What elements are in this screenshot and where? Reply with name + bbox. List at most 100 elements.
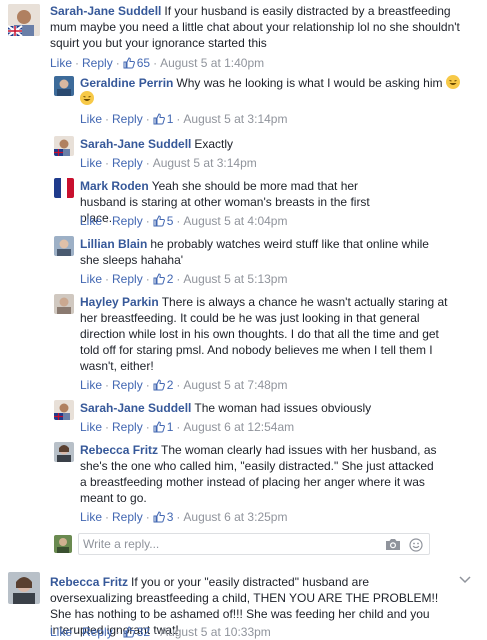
comment-timestamp[interactable]: August 6 at 3:25pm [183,510,287,524]
like-count-value: 2 [166,378,174,392]
comment-timestamp[interactable]: August 5 at 10:33pm [160,625,271,639]
chevron-down-icon[interactable] [459,576,471,584]
avatar[interactable] [54,136,74,156]
comment-timestamp[interactable]: August 5 at 3:14pm [153,156,257,170]
reply-button[interactable]: Reply [112,420,143,434]
comment-timestamp[interactable]: August 6 at 12:54am [183,420,294,434]
comment-timestamp[interactable]: August 5 at 7:48pm [183,378,287,392]
like-button[interactable]: Like [80,510,102,524]
thumbs-up-icon [123,626,135,638]
like-count[interactable]: 3 [153,510,174,524]
like-button[interactable]: Like [80,420,102,434]
like-count-value: 65 [136,56,151,70]
like-count[interactable]: 1 [153,420,174,434]
comment-body: Rebecca Fritz The woman clearly had issue… [80,442,442,506]
reply-comment: Sarah-Jane Suddell Exactly Like · Reply · Aug… [0,132,487,174]
comment-timestamp[interactable]: August 5 at 4:04pm [183,214,287,228]
comment-thread: Sarah-Jane Suddell If your husband is eas… [0,0,487,640]
like-button[interactable]: Like [80,214,102,228]
thumbs-up-icon [153,379,165,391]
avatar[interactable] [54,236,74,256]
reply-comment: Hayley Parkin There is always a chance he… [0,290,487,396]
reply-button[interactable]: Reply [82,56,113,70]
comment-body: Sarah-Jane Suddell If your husband is eas… [50,3,470,51]
avatar[interactable] [54,442,74,462]
reply-comment: Geraldine Perrin Why was he looking is wh… [0,72,487,132]
like-count-value: 3 [166,510,174,524]
like-button[interactable]: Like [50,625,72,639]
like-count-value: 32 [136,625,151,639]
like-count[interactable]: 2 [153,378,174,392]
comment-author[interactable]: Rebecca Fritz [50,575,128,589]
emoji-icon[interactable] [409,538,423,552]
comment-timestamp[interactable]: August 5 at 1:40pm [160,56,264,70]
comment-actions: Like · Reply · 1 · August 6 at 12:54am [80,420,295,434]
reply-comment: Mark Roden Yeah she should be more mad th… [0,174,487,232]
comment-body: Geraldine Perrin Why was he looking is wh… [80,75,475,107]
comment-timestamp[interactable]: August 5 at 3:14pm [183,112,287,126]
comment-actions: Like · Reply · August 5 at 3:14pm [80,156,257,170]
comment-body: Hayley Parkin There is always a chance he… [80,294,452,374]
laughing-emoji-icon [80,91,94,105]
comment-author[interactable]: Rebecca Fritz [80,443,158,457]
comment-body: Lillian Blain he probably watches weird s… [80,236,440,268]
laughing-emoji-icon [445,75,460,89]
reply-button[interactable]: Reply [112,378,143,392]
comment-body: Sarah-Jane Suddell The woman had issues o… [80,400,475,416]
reply-button[interactable]: Reply [112,214,143,228]
comment-actions: Like · Reply · 32 · August 5 at 10:33pm [50,625,271,639]
reply-composer-avatar [54,535,72,553]
avatar[interactable] [54,76,74,96]
thumbs-up-icon [153,511,165,523]
comment-author[interactable]: Geraldine Perrin [80,76,173,90]
comment-actions: Like · Reply · 2 · August 5 at 5:13pm [80,272,288,286]
comment-author[interactable]: Sarah-Jane Suddell [80,137,191,151]
comment-author[interactable]: Sarah-Jane Suddell [50,4,161,18]
avatar[interactable] [54,294,74,314]
like-count-value: 1 [166,420,174,434]
reply-button[interactable]: Reply [112,112,143,126]
comment-author[interactable]: Lillian Blain [80,237,147,251]
like-button[interactable]: Like [80,272,102,286]
like-count[interactable]: 32 [123,625,150,639]
reply-button[interactable]: Reply [112,510,143,524]
comment-author[interactable]: Sarah-Jane Suddell [80,401,191,415]
thumbs-up-icon [123,57,135,69]
comment-body: Sarah-Jane Suddell Exactly [80,136,475,152]
reply-button[interactable]: Reply [82,625,113,639]
like-count-value: 2 [166,272,174,286]
like-count[interactable]: 2 [153,272,174,286]
avatar[interactable] [8,4,40,36]
reply-button[interactable]: Reply [112,272,143,286]
camera-icon[interactable] [385,538,401,551]
avatar[interactable] [54,178,74,198]
reply-button[interactable]: Reply [112,156,143,170]
like-button[interactable]: Like [80,112,102,126]
avatar[interactable] [8,572,40,604]
reply-input[interactable] [83,536,383,552]
comment: Sarah-Jane Suddell If your husband is eas… [0,0,487,72]
thumbs-up-icon [153,421,165,433]
like-count[interactable]: 5 [153,214,173,228]
like-button[interactable]: Like [50,56,72,70]
avatar[interactable] [54,400,74,420]
reply-composer [78,533,430,555]
reply-comment: Rebecca Fritz The woman clearly had issue… [0,438,487,528]
comment-actions: Like · Reply · 5 · August 5 at 4:04pm [80,214,288,228]
comment-text: The woman had issues obviously [194,401,372,415]
reply-comment: Sarah-Jane Suddell The woman had issues o… [0,396,487,438]
comment-author[interactable]: Hayley Parkin [80,295,159,309]
like-count[interactable]: 65 [123,56,150,70]
comment-actions: Like · Reply · 2 · August 5 at 7:48pm [80,378,288,392]
comment: Rebecca Fritz If you or your "easily dist… [0,568,487,640]
like-button[interactable]: Like [80,156,102,170]
comment-actions: Like · Reply · 1 · August 5 at 3:14pm [80,112,288,126]
comment-actions: Like · Reply · 3 · August 6 at 3:25pm [80,510,288,524]
like-count[interactable]: 1 [153,112,174,126]
comment-author[interactable]: Mark Roden [80,179,149,193]
like-button[interactable]: Like [80,378,102,392]
thumbs-up-icon [153,273,165,285]
comment-text: Exactly [194,137,234,151]
like-count-value: 1 [166,112,174,126]
comment-timestamp[interactable]: August 5 at 5:13pm [183,272,287,286]
